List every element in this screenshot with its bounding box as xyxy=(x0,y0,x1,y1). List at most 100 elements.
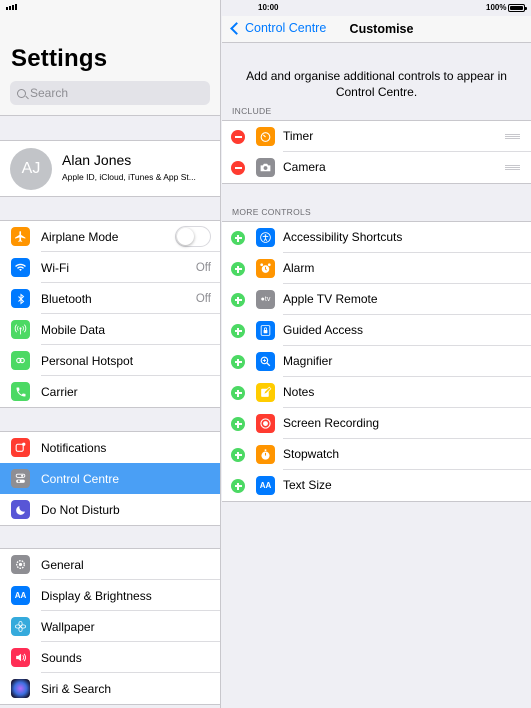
stopwatch-icon xyxy=(256,445,275,464)
sidebar-item-siri-search[interactable]: Siri & Search xyxy=(0,673,220,704)
profile-subtitle: Apple ID, iCloud, iTunes & App St... xyxy=(62,172,196,182)
battery-icon xyxy=(508,4,527,12)
sidebar-item-wallpaper[interactable]: Wallpaper xyxy=(0,611,220,642)
remove-button[interactable] xyxy=(231,161,245,175)
sidebar-item-mobile-data[interactable]: Mobile Data xyxy=(0,314,220,345)
sidebar-item-do-not-disturb[interactable]: Do Not Disturb xyxy=(0,494,220,525)
signal-icon xyxy=(6,4,17,10)
list-item-magnifier[interactable]: Magnifier xyxy=(222,346,531,377)
list-item-alarm[interactable]: Alarm xyxy=(222,253,531,284)
sidebar-item-label: Siri & Search xyxy=(41,681,112,696)
list-item-label: Guided Access xyxy=(283,323,364,337)
list-item-notes[interactable]: Notes xyxy=(222,377,531,408)
general-group: General AA Display & Brightness Wallpape… xyxy=(0,548,220,705)
list-item-apple-tv-remote[interactable]: ●tv Apple TV Remote xyxy=(222,284,531,315)
list-item-screen-recording[interactable]: Screen Recording xyxy=(222,408,531,439)
add-button[interactable] xyxy=(231,479,245,493)
antenna-icon xyxy=(11,320,30,339)
sidebar-item-label: Display & Brightness xyxy=(41,588,152,603)
include-list: Timer Camera xyxy=(222,120,531,184)
navigation-bar: Control Centre Customise xyxy=(222,16,531,43)
add-button[interactable] xyxy=(231,355,245,369)
gear-icon xyxy=(11,555,30,574)
sidebar-item-carrier[interactable]: Carrier xyxy=(0,376,220,407)
search-icon xyxy=(17,88,26,98)
list-item-label: Apple TV Remote xyxy=(283,292,378,306)
speaker-icon xyxy=(11,648,30,667)
hotspot-icon xyxy=(11,351,30,370)
magnifier-icon xyxy=(256,352,275,371)
apple-id-profile[interactable]: AJ Alan Jones Apple ID, iCloud, iTunes &… xyxy=(0,140,220,197)
settings-sidebar: Settings Search AJ Alan Jones Apple ID, … xyxy=(0,0,221,708)
airplane-mode-toggle[interactable] xyxy=(175,226,211,247)
sidebar-item-control-centre[interactable]: Control Centre xyxy=(0,463,220,494)
search-field[interactable]: Search xyxy=(10,81,210,105)
list-item-stopwatch[interactable]: Stopwatch xyxy=(222,439,531,470)
phone-icon xyxy=(11,382,30,401)
list-item-text-size[interactable]: AA Text Size xyxy=(222,470,531,501)
reorder-handle[interactable] xyxy=(505,165,520,170)
camera-icon xyxy=(256,158,275,177)
sidebar-item-wifi[interactable]: Wi-Fi Off xyxy=(0,252,220,283)
sidebar-item-label: Mobile Data xyxy=(41,322,106,337)
add-button[interactable] xyxy=(231,386,245,400)
sidebar-item-label: Do Not Disturb xyxy=(41,502,120,517)
list-item-label: Notes xyxy=(283,385,315,399)
sidebar-item-airplane-mode[interactable]: Airplane Mode xyxy=(0,221,220,252)
sidebar-header: Settings Search xyxy=(0,0,220,116)
list-item-accessibility-shortcuts[interactable]: Accessibility Shortcuts xyxy=(222,222,531,253)
add-button[interactable] xyxy=(231,324,245,338)
list-item-label: Stopwatch xyxy=(283,447,340,461)
alarm-icon xyxy=(256,259,275,278)
sidebar-item-sounds[interactable]: Sounds xyxy=(0,642,220,673)
siri-icon xyxy=(11,679,30,698)
list-item-timer[interactable]: Timer xyxy=(222,121,531,152)
add-button[interactable] xyxy=(231,262,245,276)
connectivity-group: Airplane Mode Wi-Fi Off Bluetooth Off Mo… xyxy=(0,220,220,408)
notifications-icon xyxy=(11,438,30,457)
sidebar-item-label: Notifications xyxy=(41,440,107,455)
list-item-label: Camera xyxy=(283,160,326,174)
sidebar-item-display-brightness[interactable]: AA Display & Brightness xyxy=(0,580,220,611)
add-button[interactable] xyxy=(231,293,245,307)
switches-icon xyxy=(11,469,30,488)
wifi-icon xyxy=(11,258,30,277)
sidebar-item-label: Bluetooth xyxy=(41,291,92,306)
airplane-icon xyxy=(11,227,30,246)
add-button[interactable] xyxy=(231,448,245,462)
list-item-label: Accessibility Shortcuts xyxy=(283,230,403,244)
list-item-label: Magnifier xyxy=(283,354,333,368)
page-title: Customise xyxy=(349,22,414,36)
sidebar-item-general[interactable]: General xyxy=(0,549,220,580)
list-item-label: Timer xyxy=(283,129,314,143)
sidebar-item-label: Wallpaper xyxy=(41,619,95,634)
sidebar-item-personal-hotspot[interactable]: Personal Hotspot xyxy=(0,345,220,376)
reorder-handle[interactable] xyxy=(505,134,520,139)
page-title: Settings xyxy=(11,45,108,72)
list-item-label: Screen Recording xyxy=(283,416,380,430)
list-item-guided-access[interactable]: Guided Access xyxy=(222,315,531,346)
sidebar-item-label: Personal Hotspot xyxy=(41,353,134,368)
status-time: 10:00 xyxy=(258,3,279,12)
sidebar-item-bluetooth[interactable]: Bluetooth Off xyxy=(0,283,220,314)
record-icon xyxy=(256,414,275,433)
flower-icon xyxy=(11,617,30,636)
sidebar-item-notifications[interactable]: Notifications xyxy=(0,432,220,463)
list-item-camera[interactable]: Camera xyxy=(222,152,531,183)
notifications-group: Notifications Control Centre Do Not Dist… xyxy=(0,431,220,526)
description-text: Add and organise additional controls to … xyxy=(246,69,507,99)
status-bar: 10:00 100% xyxy=(0,0,531,16)
sidebar-item-label: Control Centre xyxy=(41,471,120,486)
timer-icon xyxy=(256,127,275,146)
apple-tv-icon: ●tv xyxy=(256,290,275,309)
remove-button[interactable] xyxy=(231,130,245,144)
bluetooth-icon xyxy=(11,289,30,308)
more-controls-list: Accessibility Shortcuts Alarm ●tv Apple … xyxy=(222,221,531,502)
notes-icon xyxy=(256,383,275,402)
text-size-icon: AA xyxy=(11,586,30,605)
lock-icon xyxy=(256,321,275,340)
section-header-more-controls: MORE CONTROLS xyxy=(232,207,311,217)
add-button[interactable] xyxy=(231,417,245,431)
add-button[interactable] xyxy=(231,231,245,245)
sidebar-item-label: Carrier xyxy=(41,384,78,399)
